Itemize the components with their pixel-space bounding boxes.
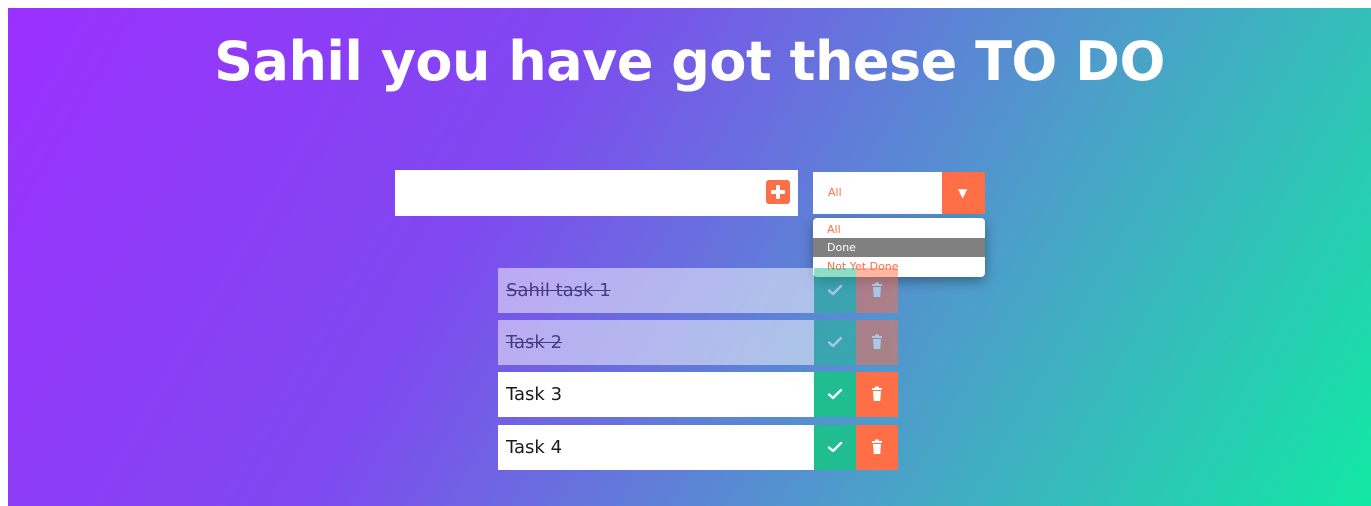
add-todo-button[interactable] — [766, 180, 790, 204]
complete-button[interactable] — [814, 268, 856, 313]
complete-button[interactable] — [814, 372, 856, 417]
todo-form — [395, 170, 798, 216]
todo-text: Task 4 — [498, 425, 814, 470]
check-icon — [827, 284, 843, 296]
delete-button[interactable] — [856, 372, 898, 417]
trash-icon — [872, 282, 882, 297]
delete-button[interactable] — [856, 320, 898, 365]
page-title: Sahil you have got these TO DO — [214, 30, 1165, 93]
todo-text: Sahil task 1 — [498, 268, 814, 313]
complete-button[interactable] — [814, 425, 856, 470]
filter-option-done[interactable]: Done — [813, 238, 985, 257]
check-icon — [827, 336, 843, 348]
todo-item: Task 4 — [498, 425, 898, 470]
filter-dropdown-toggle[interactable]: ▼ — [942, 172, 985, 214]
delete-button[interactable] — [856, 425, 898, 470]
delete-button[interactable] — [856, 268, 898, 313]
todo-input[interactable] — [395, 170, 745, 216]
todo-item: Task 3 — [498, 372, 898, 417]
caret-down-icon: ▼ — [958, 186, 968, 200]
complete-button[interactable] — [814, 320, 856, 365]
todo-text: Task 2 — [498, 320, 814, 365]
check-icon — [827, 388, 843, 400]
filter-option-all[interactable]: All — [813, 220, 985, 239]
todo-item: Task 2 — [498, 320, 898, 365]
trash-icon — [872, 439, 882, 454]
check-icon — [827, 441, 843, 453]
filter-select[interactable]: All ▼ — [813, 172, 985, 214]
filter-selected-value: All — [828, 186, 842, 199]
trash-icon — [872, 334, 882, 349]
todo-item: Sahil task 1 — [498, 268, 898, 313]
app-background: Sahil you have got these TO DO All ▼ All… — [8, 8, 1371, 506]
trash-icon — [872, 386, 882, 401]
todo-text: Task 3 — [498, 372, 814, 417]
